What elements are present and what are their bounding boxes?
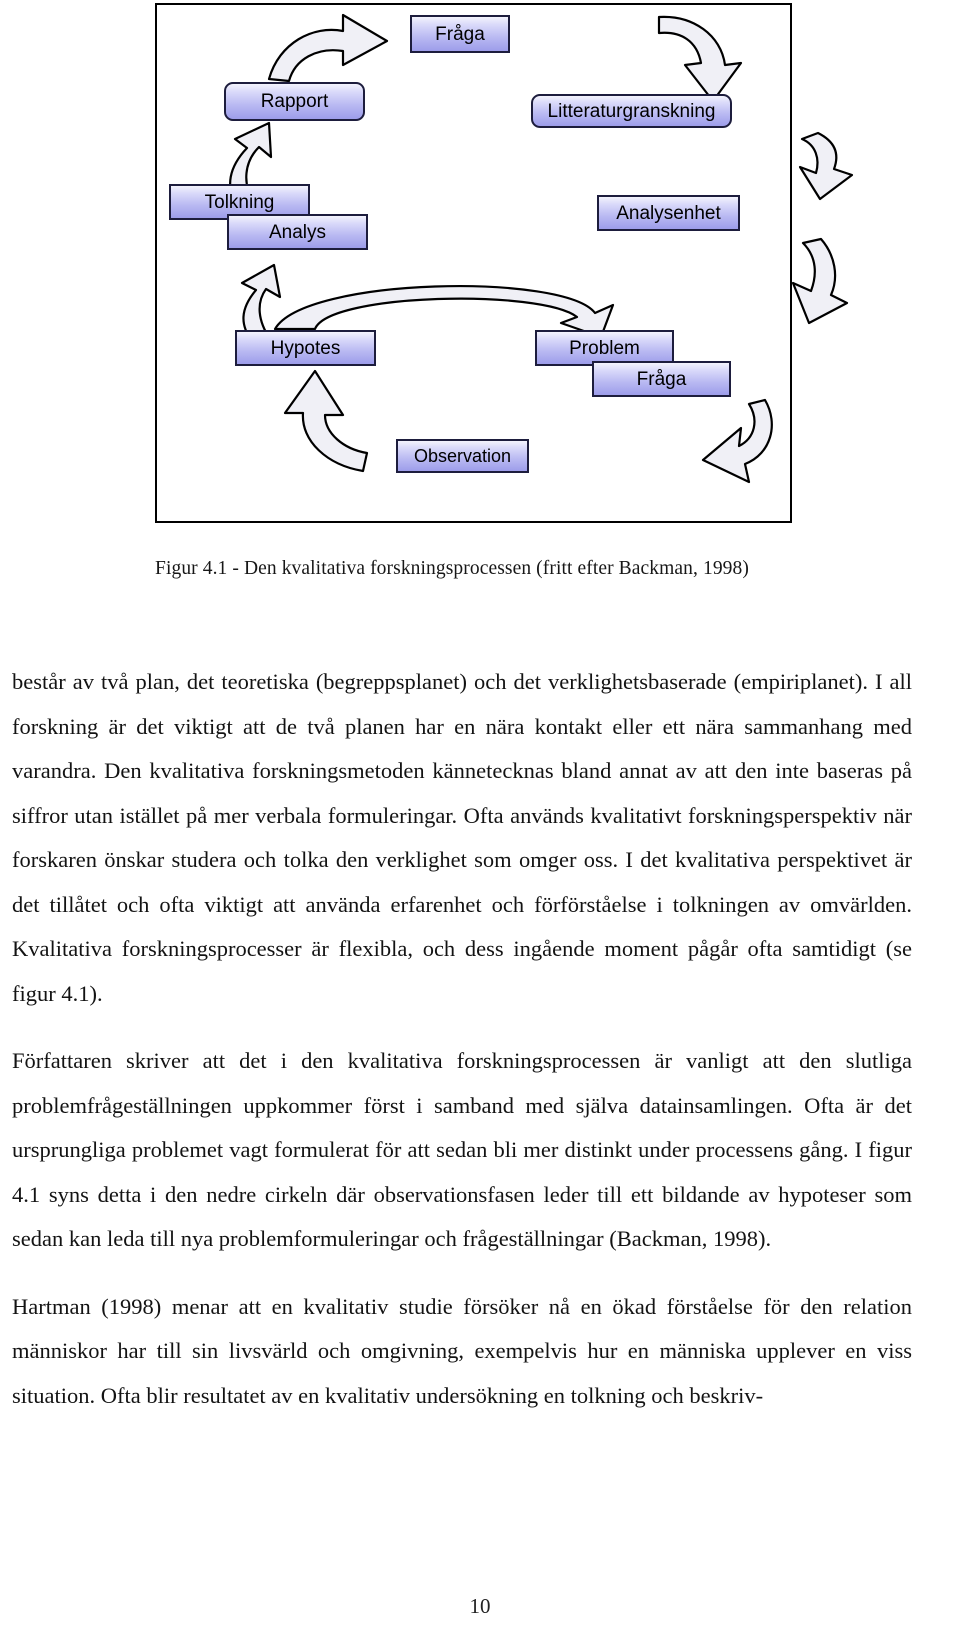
node-label: Hypotes [270,337,341,359]
paragraph: Hartman (1998) menar att en kvalitativ s… [12,1293,912,1408]
body-text: består av två plan, det teoretiska (begr… [12,660,912,1418]
figure-qualitative-research-process: Fråga Rapport Litteraturgranskning Tolkn… [155,3,854,523]
node-label: Problem [569,337,640,359]
node-fraga-lower: Fråga [592,361,731,397]
node-label: Analysenhet [616,202,721,224]
node-analysenhet: Analysenhet [597,195,740,231]
node-analys: Analys [227,214,368,250]
node-observation: Observation [396,439,529,473]
paragraph: består av två plan, det teoretiska (begr… [12,669,912,1006]
figure-caption: Figur 4.1 - Den kvalitativa forskningspr… [155,558,749,579]
arrow-fraga-lower-to-observation [701,398,773,484]
page-number: 10 [469,1594,491,1618]
arrow-observation-to-hypotes [283,369,369,473]
arrow-litteraturgranskning-to-analysenhet [798,131,854,201]
node-fraga-top: Fråga [410,15,510,53]
node-label: Observation [413,446,512,466]
arrow-rapport-to-fraga [267,13,389,83]
node-rapport: Rapport [224,82,365,121]
arrow-fraga-to-litteraturgranskning [657,15,743,103]
arrow-analysenhet-to-problem [791,237,849,325]
node-litteraturgranskning: Litteraturgranskning [531,94,732,128]
node-label: Rapport [260,91,329,112]
node-label: Tolkning [204,191,275,213]
paragraph: Författaren skriver att det i den kvalit… [12,1048,912,1251]
node-hypotes: Hypotes [235,330,376,366]
arrow-problem-to-hypotes-curve [273,284,615,339]
node-label: Analys [268,221,327,243]
node-label: Fråga [435,23,485,45]
node-label: Litteraturgranskning [547,100,716,122]
node-label: Fråga [636,368,687,390]
